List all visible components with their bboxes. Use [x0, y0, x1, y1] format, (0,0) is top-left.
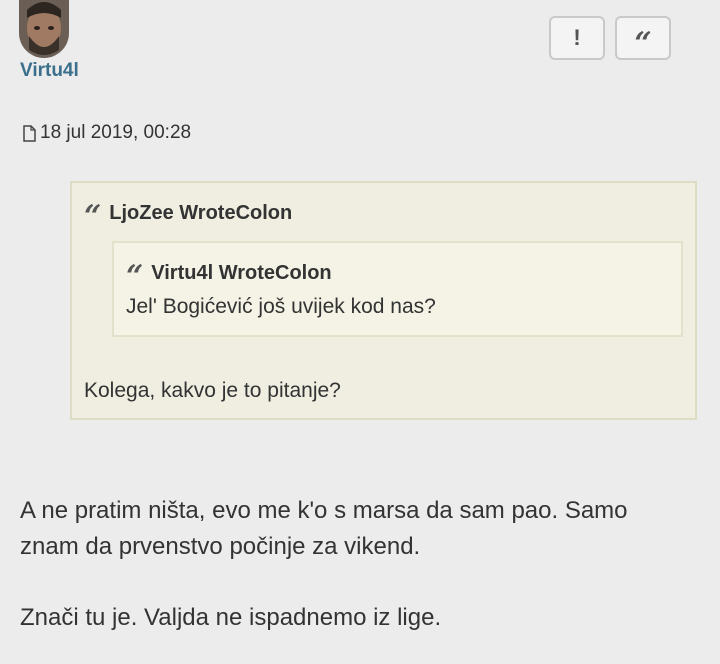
file-icon: [23, 124, 36, 142]
post-date-text: 18 jul 2019, 00:28: [40, 122, 192, 143]
nested-quote-block: [112, 241, 683, 337]
nested-quote-author: Virtu4l WroteColon: [151, 261, 332, 284]
nested-quote-author-line: “ Virtu4l WroteColon: [126, 259, 332, 294]
quote-author-line: “ LjoZee WroteColon: [84, 199, 293, 234]
username[interactable]: Virtu4l: [20, 60, 79, 82]
quote-marks-icon: “: [84, 199, 102, 234]
report-button[interactable]: !: [549, 16, 605, 60]
quote-author: LjoZee WroteColon: [109, 201, 293, 224]
quote-text: Kolega, kakvo je to pitanje?: [84, 379, 341, 402]
quote-icon: “: [634, 25, 652, 61]
post-date: 18 jul 2019, 00:28: [23, 122, 191, 144]
quote-button[interactable]: “: [615, 16, 671, 61]
exclamation-icon: !: [573, 25, 581, 50]
message-line: A ne pratim ništa, evo me k'o s marsa da…: [20, 497, 628, 524]
quote-marks-icon: “: [126, 259, 144, 294]
avatar[interactable]: [19, 0, 69, 58]
message-line: Znači tu je. Valjda ne ispadnemo iz lige…: [20, 604, 442, 631]
message-line: znam da prvenstvo počinje za vikend.: [20, 533, 421, 560]
nested-quote-text: Jel' Bogićević još uvijek kod nas?: [126, 295, 436, 318]
